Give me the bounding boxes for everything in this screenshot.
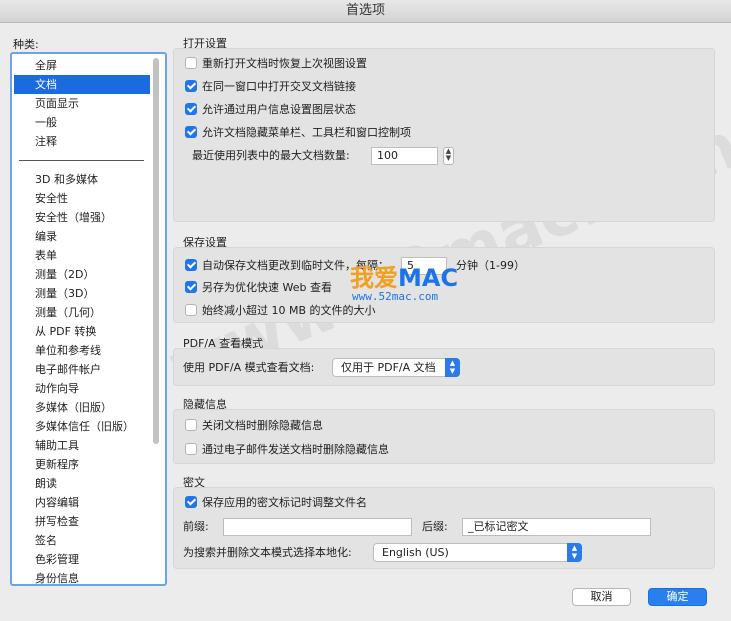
sidebar-item[interactable]: 从 PDF 转换 (12, 322, 150, 341)
locale-select[interactable]: English (US) ▲ ▼ (373, 543, 582, 562)
prefix-label: 前缀: (183, 520, 209, 533)
sidebar-item[interactable]: 朗读 (12, 474, 150, 493)
autosave-unit-label: 分钟（1-99） (456, 259, 525, 272)
option-label: 保存应用的密文标记时调整文件名 (202, 496, 367, 509)
sidebar-item[interactable]: 测量（3D） (12, 284, 150, 303)
recent-docs-stepper[interactable]: ▲ ▼ (443, 147, 454, 165)
option-optimize-web[interactable]: 另存为优化快速 Web 查看 (185, 279, 332, 297)
option-label: 允许文档隐藏菜单栏、工具栏和窗口控制项 (202, 126, 411, 139)
option-label: 重新打开文档时恢复上次视图设置 (202, 57, 367, 70)
option-label: 另存为优化快速 Web 查看 (202, 281, 332, 294)
locale-selected-value: English (US) (382, 546, 449, 559)
option-label: 关闭文档时删除隐藏信息 (202, 419, 323, 432)
sidebar-scrollbar[interactable] (153, 58, 159, 444)
option-reduce-size[interactable]: 始终减小超过 10 MB 的文件的大小 (185, 302, 376, 320)
option-remove-hidden-on-close[interactable]: 关闭文档时删除隐藏信息 (185, 417, 323, 435)
option-restore-view[interactable]: 重新打开文档时恢复上次视图设置 (185, 55, 367, 73)
watermark-brand-b: MAC (398, 264, 459, 292)
sidebar-item[interactable]: 色彩管理 (12, 550, 150, 569)
option-adjust-filename[interactable]: 保存应用的密文标记时调整文件名 (185, 494, 367, 512)
sidebar-item-general[interactable]: 一般 (12, 113, 150, 132)
sidebar-item[interactable]: 安全性 (12, 189, 150, 208)
locale-label: 为搜索并删除文本模式选择本地化: (183, 546, 352, 559)
suffix-label: 后缀: (422, 520, 448, 533)
sidebar-item[interactable]: 单位和参考线 (12, 341, 150, 360)
sidebar-item[interactable]: 更新程序 (12, 455, 150, 474)
sidebar-item[interactable]: 编录 (12, 227, 150, 246)
watermark-url: www.52mac.com (352, 290, 439, 303)
checkbox-unchecked[interactable] (185, 57, 197, 69)
ok-button[interactable]: 确定 (648, 588, 707, 606)
chevron-updown-icon: ▲ ▼ (445, 358, 460, 377)
prefix-input[interactable] (223, 518, 412, 536)
option-label: 在同一窗口中打开交叉文档链接 (202, 80, 356, 93)
sidebar-item[interactable]: 辅助工具 (12, 436, 150, 455)
watermark-logo: 我爱MAC (350, 258, 458, 293)
option-remove-hidden-on-email[interactable]: 通过电子邮件发送文档时删除隐藏信息 (185, 441, 389, 459)
sidebar-item[interactable]: 内容编辑 (12, 493, 150, 512)
checkbox-unchecked[interactable] (185, 419, 197, 431)
checkbox-unchecked[interactable] (185, 304, 197, 316)
option-same-window-links[interactable]: 在同一窗口中打开交叉文档链接 (185, 78, 356, 96)
option-label: 通过电子邮件发送文档时删除隐藏信息 (202, 443, 389, 456)
recent-docs-label: 最近使用列表中的最大文档数量: (192, 149, 350, 162)
pdfa-label: 使用 PDF/A 模式查看文档: (183, 361, 315, 374)
window-title: 首选项 (0, 0, 731, 23)
checkbox-checked[interactable] (185, 80, 197, 92)
sidebar-item[interactable]: 表单 (12, 246, 150, 265)
sidebar-item[interactable]: 测量（几何） (12, 303, 150, 322)
sidebar-item-documents[interactable]: 文档 (14, 75, 150, 94)
checkbox-checked[interactable] (185, 281, 197, 293)
sidebar-item[interactable]: 拼写检查 (12, 512, 150, 531)
option-label: 始终减小超过 10 MB 的文件的大小 (202, 304, 376, 317)
option-label: 允许通过用户信息设置图层状态 (202, 103, 356, 116)
option-hide-menubar[interactable]: 允许文档隐藏菜单栏、工具栏和窗口控制项 (185, 124, 411, 142)
option-layer-state[interactable]: 允许通过用户信息设置图层状态 (185, 101, 356, 119)
recent-docs-input[interactable]: 100 (371, 147, 438, 165)
sidebar-item-page-display[interactable]: 页面显示 (12, 94, 150, 113)
sidebar-item-fullscreen[interactable]: 全屏 (12, 56, 150, 75)
checkbox-unchecked[interactable] (185, 443, 197, 455)
sidebar-item[interactable]: 动作向导 (12, 379, 150, 398)
pdfa-mode-select[interactable]: 仅用于 PDF/A 文档 ▲ ▼ (332, 358, 460, 377)
chevron-updown-icon: ▲ ▼ (567, 543, 582, 562)
checkbox-checked[interactable] (185, 259, 197, 271)
suffix-input[interactable]: _已标记密文 (462, 518, 651, 536)
sidebar-item[interactable]: 多媒体信任（旧版） (12, 417, 150, 436)
sidebar-item[interactable]: 签名 (12, 531, 150, 550)
sidebar-item[interactable]: 多媒体（旧版） (12, 398, 150, 417)
cancel-button[interactable]: 取消 (572, 588, 631, 606)
sidebar-item[interactable]: 安全性（增强） (12, 208, 150, 227)
checkbox-checked[interactable] (185, 126, 197, 138)
category-label: 种类: (13, 38, 39, 51)
sidebar-item[interactable]: 电子邮件帐户 (12, 360, 150, 379)
sidebar-item[interactable]: 3D 和多媒体 (12, 170, 150, 189)
sidebar-item[interactable]: 身份信息 (12, 569, 150, 584)
pdfa-selected-value: 仅用于 PDF/A 文档 (341, 361, 436, 374)
sidebar-item-comments[interactable]: 注释 (12, 132, 150, 151)
checkbox-checked[interactable] (185, 103, 197, 115)
watermark-brand-a: 我爱 (350, 264, 398, 292)
category-list[interactable]: 全屏 文档 页面显示 一般 注释 3D 和多媒体 安全性 安全性（增强） 编录 表单 测量… (10, 52, 167, 586)
checkbox-checked[interactable] (185, 496, 197, 508)
sidebar-divider (19, 160, 144, 161)
sidebar-item[interactable]: 测量（2D） (12, 265, 150, 284)
